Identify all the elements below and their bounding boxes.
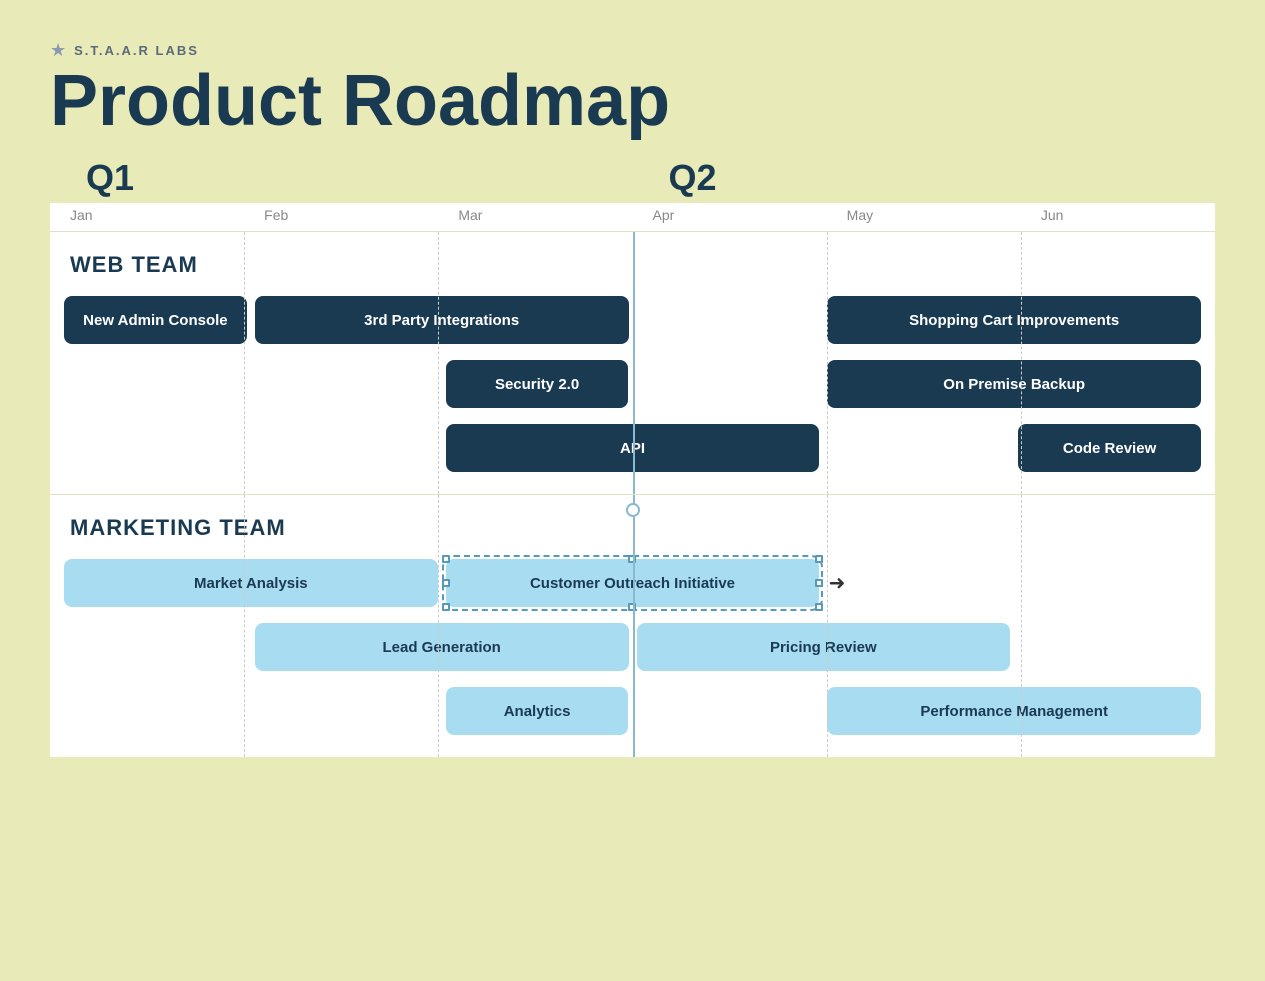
task-bar-new-admin-console[interactable]: New Admin Console <box>64 296 247 344</box>
task-bar-analytics[interactable]: Analytics <box>446 687 629 735</box>
marketing-team-section: MARKETING TEAM Market Analysis Customer … <box>50 494 1215 757</box>
handle-bottom-right[interactable] <box>815 603 823 611</box>
web-row-1: New Admin Console 3rd Party Integrations… <box>50 294 1215 346</box>
brand: ★ S.T.A.A.R LABS <box>50 40 1215 61</box>
task-on-premise[interactable]: On Premise Backup <box>823 360 1205 408</box>
task-bar-3rd-party[interactable]: 3rd Party Integrations <box>255 296 629 344</box>
task-bar-customer-outreach[interactable]: Customer Outreach Initiative <box>446 559 820 607</box>
handle-bottom-mid[interactable] <box>628 603 636 611</box>
web-row-2: Security 2.0 On Premise Backup <box>50 358 1215 410</box>
task-performance-management[interactable]: Performance Management <box>823 687 1205 735</box>
roadmap-chart: Jan Feb Mar Apr May Jun WEB TEAM New Adm… <box>50 203 1215 757</box>
handle-left-mid[interactable] <box>442 579 450 587</box>
task-3rd-party[interactable]: 3rd Party Integrations <box>251 296 633 344</box>
task-bar-api[interactable]: API <box>446 424 820 472</box>
page-container: ★ S.T.A.A.R LABS Product Roadmap Q1 Q2 J… <box>20 20 1245 777</box>
month-feb: Feb <box>244 203 438 231</box>
task-bar-performance-management[interactable]: Performance Management <box>827 687 1201 735</box>
star-icon: ★ <box>50 40 66 61</box>
task-security[interactable]: Security 2.0 <box>442 360 633 408</box>
quarters-row: Q1 Q2 <box>50 157 1215 199</box>
task-bar-code-review[interactable]: Code Review <box>1018 424 1201 472</box>
task-bar-shopping-cart[interactable]: Shopping Cart Improvements <box>827 296 1201 344</box>
marketing-row-3: Analytics Performance Management <box>50 685 1215 737</box>
center-line-circle <box>626 503 640 517</box>
month-jun: Jun <box>1021 203 1215 231</box>
handle-bottom-left[interactable] <box>442 603 450 611</box>
month-apr: Apr <box>633 203 827 231</box>
month-may: May <box>827 203 1021 231</box>
task-api[interactable]: API <box>442 424 824 472</box>
task-shopping-cart[interactable]: Shopping Cart Improvements <box>823 296 1205 344</box>
month-jan: Jan <box>50 203 244 231</box>
task-bar-on-premise[interactable]: On Premise Backup <box>827 360 1201 408</box>
resize-arrow-right[interactable]: ➜ <box>829 571 846 596</box>
web-team-section: WEB TEAM New Admin Console 3rd Party Int… <box>50 232 1215 494</box>
task-market-analysis[interactable]: Market Analysis <box>60 559 442 607</box>
marketing-team-label: MARKETING TEAM <box>50 515 1215 557</box>
task-customer-outreach[interactable]: Customer Outreach Initiative ➜ <box>442 559 824 607</box>
month-mar: Mar <box>438 203 632 231</box>
web-team-label: WEB TEAM <box>50 252 1215 294</box>
task-lead-generation[interactable]: Lead Generation <box>251 623 633 671</box>
months-row: Jan Feb Mar Apr May Jun <box>50 203 1215 232</box>
web-row-3: API Code Review <box>50 422 1215 474</box>
handle-right-mid[interactable] <box>815 579 823 587</box>
handle-top-mid[interactable] <box>628 555 636 563</box>
brand-name: S.T.A.A.R LABS <box>74 43 199 58</box>
page-title: Product Roadmap <box>50 65 1215 137</box>
handle-top-left[interactable] <box>442 555 450 563</box>
task-analytics[interactable]: Analytics <box>442 687 633 735</box>
q2-label: Q2 <box>651 157 717 198</box>
marketing-row-2: Lead Generation Pricing Review <box>50 621 1215 673</box>
task-bar-lead-generation[interactable]: Lead Generation <box>255 623 629 671</box>
marketing-row-1: Market Analysis Customer Outreach Initia… <box>50 557 1215 609</box>
task-code-review[interactable]: Code Review <box>1014 424 1205 472</box>
task-new-admin-console[interactable]: New Admin Console <box>60 296 251 344</box>
task-pricing-review[interactable]: Pricing Review <box>633 623 1015 671</box>
task-bar-pricing-review[interactable]: Pricing Review <box>637 623 1011 671</box>
task-bar-security[interactable]: Security 2.0 <box>446 360 629 408</box>
task-bar-market-analysis[interactable]: Market Analysis <box>64 559 438 607</box>
handle-top-right[interactable] <box>815 555 823 563</box>
q1-label: Q1 <box>68 157 134 198</box>
